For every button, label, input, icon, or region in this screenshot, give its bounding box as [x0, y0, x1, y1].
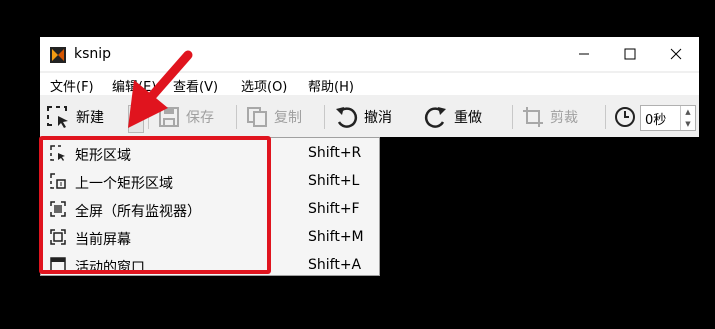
- menu-help[interactable]: 帮助(H): [308, 76, 354, 95]
- toolbar: 新建 保存 复制 撤消 重做 剪裁 0秒 ▲ ▼: [40, 97, 699, 137]
- menu-item-current-screen[interactable]: 当前屏幕 Shift+M: [41, 223, 379, 251]
- menu-item-shortcut: Shift+M: [308, 229, 364, 245]
- current-screen-icon: [50, 229, 66, 245]
- close-icon: [670, 48, 682, 60]
- menu-file[interactable]: 文件(F): [50, 76, 94, 95]
- spin-up-icon[interactable]: ▲: [685, 108, 690, 116]
- delay-spinbox[interactable]: 0秒 ▲ ▼: [640, 105, 696, 131]
- maximize-icon: [624, 48, 636, 60]
- spin-down-icon[interactable]: ▼: [685, 120, 690, 128]
- menu-item-label: 当前屏幕: [75, 232, 131, 248]
- ksnip-logo-icon: [50, 47, 66, 63]
- menu-item-active-window[interactable]: 活动的窗口 Shift+A: [41, 251, 379, 279]
- toolbar-separator: [512, 105, 513, 129]
- menu-item-shortcut: Shift+L: [308, 173, 360, 189]
- copy-button[interactable]: 复制: [246, 105, 302, 129]
- menu-item-label: 矩形区域: [75, 148, 131, 164]
- save-label: 保存: [186, 110, 214, 126]
- maximize-button[interactable]: [607, 37, 653, 71]
- new-capture-icon: [47, 106, 68, 128]
- redo-label: 重做: [454, 110, 482, 126]
- app-window: ksnip 文件(F) 编辑(E) 查看(V) 选项(O) 帮助(H) 新建 保…: [40, 37, 699, 137]
- menu-item-shortcut: Shift+R: [308, 145, 362, 161]
- menu-bar: 文件(F) 编辑(E) 查看(V) 选项(O) 帮助(H): [40, 73, 699, 95]
- menu-item-label: 活动的窗口: [75, 260, 145, 276]
- active-window-icon: [50, 257, 66, 273]
- menu-item-label: 全屏（所有监视器）: [75, 204, 201, 220]
- redo-button[interactable]: 重做: [424, 105, 482, 129]
- fullscreen-icon: [50, 201, 66, 217]
- copy-icon: [247, 107, 267, 127]
- chevron-down-icon: [132, 116, 140, 121]
- menu-item-shortcut: Shift+A: [308, 257, 362, 273]
- crop-icon: [523, 107, 543, 127]
- menu-item-rect-region[interactable]: 矩形区域 Shift+R: [41, 139, 379, 167]
- menu-item-shortcut: Shift+F: [308, 201, 360, 217]
- crop-label: 剪裁: [550, 110, 578, 126]
- save-button[interactable]: 保存: [158, 105, 214, 129]
- delay-value: 0秒: [645, 112, 667, 128]
- window-title: ksnip: [74, 46, 112, 62]
- menu-item-last-rect-region[interactable]: 上一个矩形区域 Shift+L: [41, 167, 379, 195]
- redo-icon: [424, 107, 446, 128]
- delay-spin-arrows[interactable]: ▲ ▼: [680, 106, 695, 130]
- new-capture-button[interactable]: 新建: [46, 105, 104, 129]
- minimize-icon: [579, 53, 589, 55]
- minimize-button[interactable]: [561, 37, 607, 71]
- title-bar: ksnip: [40, 37, 699, 71]
- toolbar-separator: [324, 105, 325, 129]
- undo-label: 撤消: [364, 110, 392, 126]
- save-icon: [159, 107, 179, 127]
- last-rect-region-icon: [50, 173, 66, 189]
- toolbar-separator: [148, 105, 149, 129]
- crop-button[interactable]: 剪裁: [522, 105, 578, 129]
- close-button[interactable]: [653, 37, 699, 71]
- clock-icon: [615, 107, 635, 127]
- menu-item-label: 上一个矩形区域: [75, 176, 173, 192]
- rect-region-icon: [50, 145, 65, 161]
- toolbar-separator: [605, 105, 606, 129]
- menu-view[interactable]: 查看(V): [173, 76, 218, 95]
- menu-item-fullscreen[interactable]: 全屏（所有监视器） Shift+F: [41, 195, 379, 223]
- menu-options[interactable]: 选项(O): [241, 76, 287, 95]
- capture-mode-menu: 矩形区域 Shift+R 上一个矩形区域 Shift+L 全屏（所有监视器） S…: [40, 137, 380, 276]
- undo-icon: [336, 107, 358, 128]
- copy-label: 复制: [274, 110, 302, 126]
- toolbar-separator: [236, 105, 237, 129]
- menu-edit[interactable]: 编辑(E): [112, 76, 156, 95]
- capture-mode-dropdown[interactable]: [128, 105, 144, 133]
- undo-button[interactable]: 撤消: [334, 105, 392, 129]
- new-capture-label: 新建: [76, 110, 104, 126]
